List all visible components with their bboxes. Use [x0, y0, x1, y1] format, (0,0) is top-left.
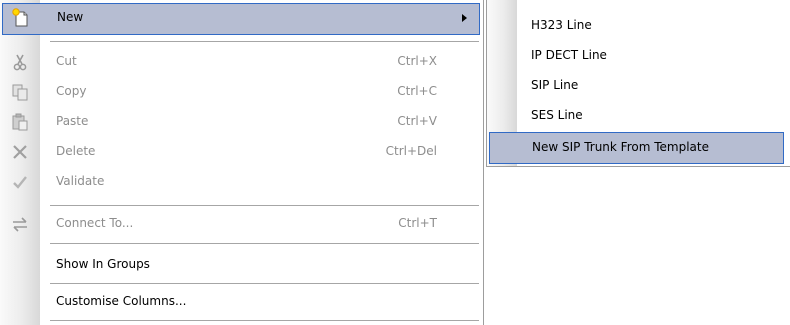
connect-arrows-icon: [13, 217, 27, 232]
menu-item-label: Connect To...: [56, 216, 134, 230]
submenu-item-sip-line[interactable]: SIP Line: [487, 70, 790, 100]
menu-item-shortcut: Ctrl+X: [397, 54, 437, 68]
submenu-arrow-icon: [462, 14, 467, 22]
menu-item-label: New: [57, 10, 84, 24]
menu-item-shortcut: Ctrl+T: [398, 216, 437, 230]
menu-item-shortcut: Ctrl+V: [397, 114, 437, 128]
menu-item-label: Customise Columns...: [56, 294, 187, 308]
menu-item-label: Copy: [56, 84, 87, 98]
submenu-item-ses-line[interactable]: SES Line: [487, 100, 790, 130]
menu-item-copy[interactable]: Copy Ctrl+C: [0, 77, 483, 107]
checkmark-icon: [13, 176, 27, 189]
menu-item-paste[interactable]: Paste Ctrl+V: [0, 107, 483, 137]
submenu-item-ip-dect-line[interactable]: IP DECT Line: [487, 40, 790, 70]
menu-item-delete[interactable]: Delete Ctrl+Del: [0, 137, 483, 167]
menu-item-label: Show In Groups: [56, 257, 150, 271]
menu-separator: [50, 320, 479, 321]
scissors-icon: [13, 54, 27, 71]
menu-separator: [50, 205, 479, 206]
menu-separator: [50, 41, 479, 42]
menu-item-new[interactable]: New: [2, 3, 480, 35]
menu-item-shortcut: Ctrl+Del: [385, 144, 437, 158]
menu-item-label: Validate: [56, 174, 105, 188]
submenu-item-label: SES Line: [531, 108, 583, 122]
menu-separator: [50, 243, 479, 244]
menu-item-shortcut: Ctrl+C: [397, 84, 437, 98]
submenu-item-new-sip-trunk-from-template[interactable]: New SIP Trunk From Template: [489, 132, 784, 164]
menu-item-show-in-groups[interactable]: Show In Groups: [0, 250, 483, 280]
submenu-item-label: IP DECT Line: [531, 48, 607, 62]
menu-item-customise-columns[interactable]: Customise Columns...: [0, 287, 483, 317]
submenu-item-h323-line[interactable]: H323 Line: [487, 10, 790, 40]
menu-separator: [50, 283, 479, 284]
menu-item-cut[interactable]: Cut Ctrl+X: [0, 47, 483, 77]
submenu-item-label: New SIP Trunk From Template: [532, 140, 709, 154]
menu-item-label: Paste: [56, 114, 89, 128]
menu-item-label: Delete: [56, 144, 96, 158]
copy-icon: [12, 84, 28, 101]
new-submenu: H323 Line IP DECT Line SIP Line SES Line…: [486, 0, 790, 167]
submenu-item-label: H323 Line: [531, 18, 592, 32]
menu-item-label: Cut: [56, 54, 77, 68]
submenu-item-label: SIP Line: [531, 78, 579, 92]
context-menu: New Cut Ctrl+X Copy Ctrl+C Paste Ctrl+V: [0, 0, 484, 325]
menu-item-validate[interactable]: Validate: [0, 167, 483, 197]
paste-icon: [12, 113, 28, 131]
menu-item-connect-to[interactable]: Connect To... Ctrl+T: [0, 209, 483, 239]
delete-x-icon: [13, 145, 27, 159]
new-document-icon: [12, 8, 28, 27]
